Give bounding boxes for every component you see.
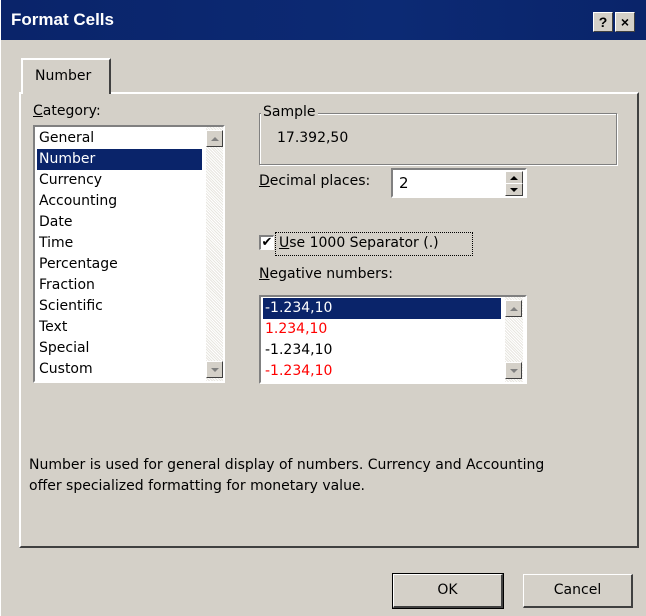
- scroll-up-icon: [509, 306, 518, 311]
- category-item[interactable]: Date: [37, 212, 202, 233]
- category-item[interactable]: Number: [37, 149, 202, 170]
- negative-number-option[interactable]: -1.234,10: [263, 298, 501, 319]
- category-item[interactable]: Currency: [37, 170, 202, 191]
- negative-number-option[interactable]: -1.234,10: [263, 361, 501, 382]
- negative-scroll-down-button[interactable]: [505, 362, 522, 379]
- category-item[interactable]: Fraction: [37, 275, 202, 296]
- category-item[interactable]: Special: [37, 338, 202, 359]
- help-button[interactable]: ?: [593, 12, 613, 32]
- tab-number[interactable]: Number: [21, 58, 111, 94]
- category-item[interactable]: Custom: [37, 359, 202, 380]
- category-item[interactable]: Time: [37, 233, 202, 254]
- decimal-places-label: Decimal places:: [259, 173, 371, 189]
- negative-number-option[interactable]: 1.234,10: [263, 319, 501, 340]
- close-button[interactable]: ×: [615, 12, 635, 32]
- negative-numbers-label: Negative numbers:: [259, 266, 393, 282]
- sample-label: Sample: [261, 104, 318, 120]
- decimal-decrement-button[interactable]: [505, 183, 523, 196]
- tab-number-label: Number: [35, 68, 92, 84]
- cancel-button[interactable]: Cancel: [523, 574, 633, 608]
- spin-up-icon: [510, 175, 518, 180]
- decimal-places-value[interactable]: 2: [399, 174, 409, 192]
- title-bar[interactable]: Format Cells ? ×: [1, 0, 646, 40]
- ok-button[interactable]: OK: [392, 573, 504, 609]
- spin-down-icon: [510, 187, 518, 192]
- scroll-down-icon: [210, 367, 219, 372]
- category-label: Category:: [33, 103, 101, 119]
- window-title: Format Cells: [11, 10, 114, 29]
- decimal-places-spinner[interactable]: 2: [391, 168, 527, 198]
- negative-numbers-listbox[interactable]: -1.234,10 1.234,10 -1.234,10 -1.234,10: [259, 295, 527, 384]
- category-item[interactable]: Percentage: [37, 254, 202, 275]
- category-item[interactable]: General: [37, 128, 202, 149]
- category-item[interactable]: Scientific: [37, 296, 202, 317]
- use-1000-separator-checkbox[interactable]: ✔: [259, 235, 274, 250]
- sample-value: 17.392,50: [277, 130, 349, 146]
- format-cells-dialog: Format Cells ? × Number Category: Genera…: [0, 0, 646, 616]
- category-listbox[interactable]: General Number Currency Accounting Date Time P…: [33, 125, 225, 383]
- scroll-up-icon: [210, 136, 219, 141]
- category-item[interactable]: Text: [37, 317, 202, 338]
- description-line-1: Number is used for general display of nu…: [29, 457, 545, 473]
- negative-scroll-up-button[interactable]: [505, 300, 522, 317]
- negative-number-option[interactable]: -1.234,10: [263, 340, 501, 361]
- category-scroll-down-button[interactable]: [206, 361, 223, 378]
- category-scrollbar[interactable]: [206, 127, 223, 381]
- description-line-2: offer specialized formatting for monetar…: [29, 478, 366, 494]
- use-1000-separator-label[interactable]: Use 1000 Separator (.): [279, 235, 439, 251]
- category-scroll-up-button[interactable]: [206, 130, 223, 147]
- category-item[interactable]: Accounting: [37, 191, 202, 212]
- scroll-down-icon: [509, 368, 518, 373]
